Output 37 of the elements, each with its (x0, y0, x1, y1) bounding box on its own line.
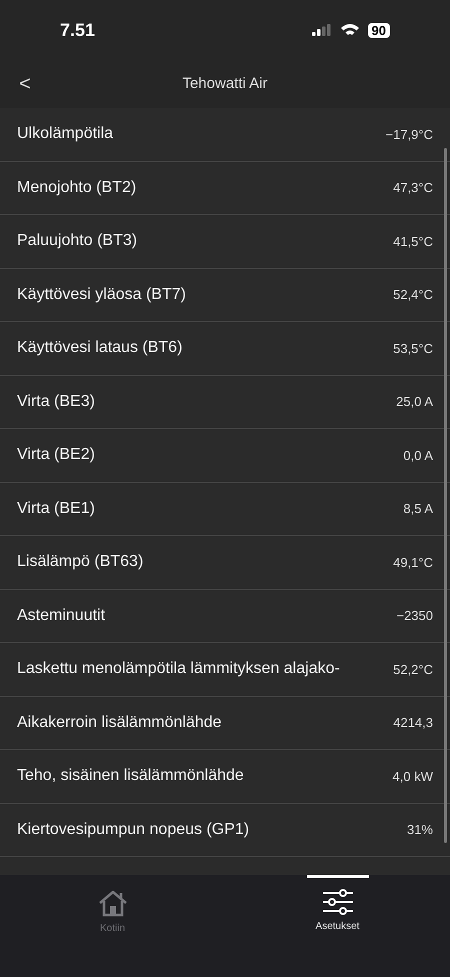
reading-value: −2350 (396, 607, 433, 625)
reading-value: 52,4°C (393, 286, 433, 304)
reading-label: Käyttövesi lataus (BT6) (17, 338, 182, 358)
reading-value: −17,9°C (386, 126, 433, 144)
reading-label: Virta (BE1) (17, 498, 95, 519)
reading-label: Teho, sisäinen lisälämmönlähde (17, 766, 244, 786)
reading-label: Lisälämpö (BT63) (17, 552, 144, 572)
reading-value: 4214,3 (393, 714, 433, 732)
reading-value: 4,0 kW (392, 768, 433, 786)
reading-value: 49,1°C (393, 554, 433, 572)
reading-value: 41,5°C (393, 232, 433, 250)
reading-label: Ulkolämpötila (17, 124, 114, 144)
page-title: Tehowatti Air (181, 74, 269, 94)
reading-label: Aikakerroin lisälämmönlähde (17, 712, 222, 733)
reading-value: 47,3°C (393, 179, 433, 197)
wifi-icon (340, 23, 360, 37)
reading-label: Käyttövesi yläosa (BT7) (17, 284, 186, 305)
battery-level: 90 (368, 22, 390, 38)
reading-value: 31% (406, 821, 433, 839)
signal-icon (312, 24, 332, 36)
reading-label: Virta (BE3) (17, 392, 95, 412)
reading-value: 52,2°C (393, 660, 433, 678)
back-button[interactable]: < (18, 69, 32, 99)
reading-label: Menojohto (BT2) (17, 178, 136, 198)
status-time: 7.51 (60, 18, 96, 42)
tab[interactable]: Asetukset (225, 875, 450, 977)
reading-value: 25,0 A (396, 393, 433, 411)
reading-label: Kiertovesipumpun nopeus (GP1) (17, 820, 250, 840)
reading-label: Asteminuutit (17, 606, 106, 626)
reading-value: 53,5°C (393, 340, 433, 358)
reading-label: Virta (BE2) (17, 445, 95, 466)
home-icon (96, 889, 128, 917)
reading-label: Paluujohto (BT3) (17, 231, 138, 252)
sliders-icon (322, 889, 354, 915)
reading-value: 8,5 A (403, 500, 433, 518)
reading-label: Laskettu menolämpötila lämmityksen alajako- (17, 659, 340, 680)
reading-value: 0,0 A (403, 446, 433, 464)
